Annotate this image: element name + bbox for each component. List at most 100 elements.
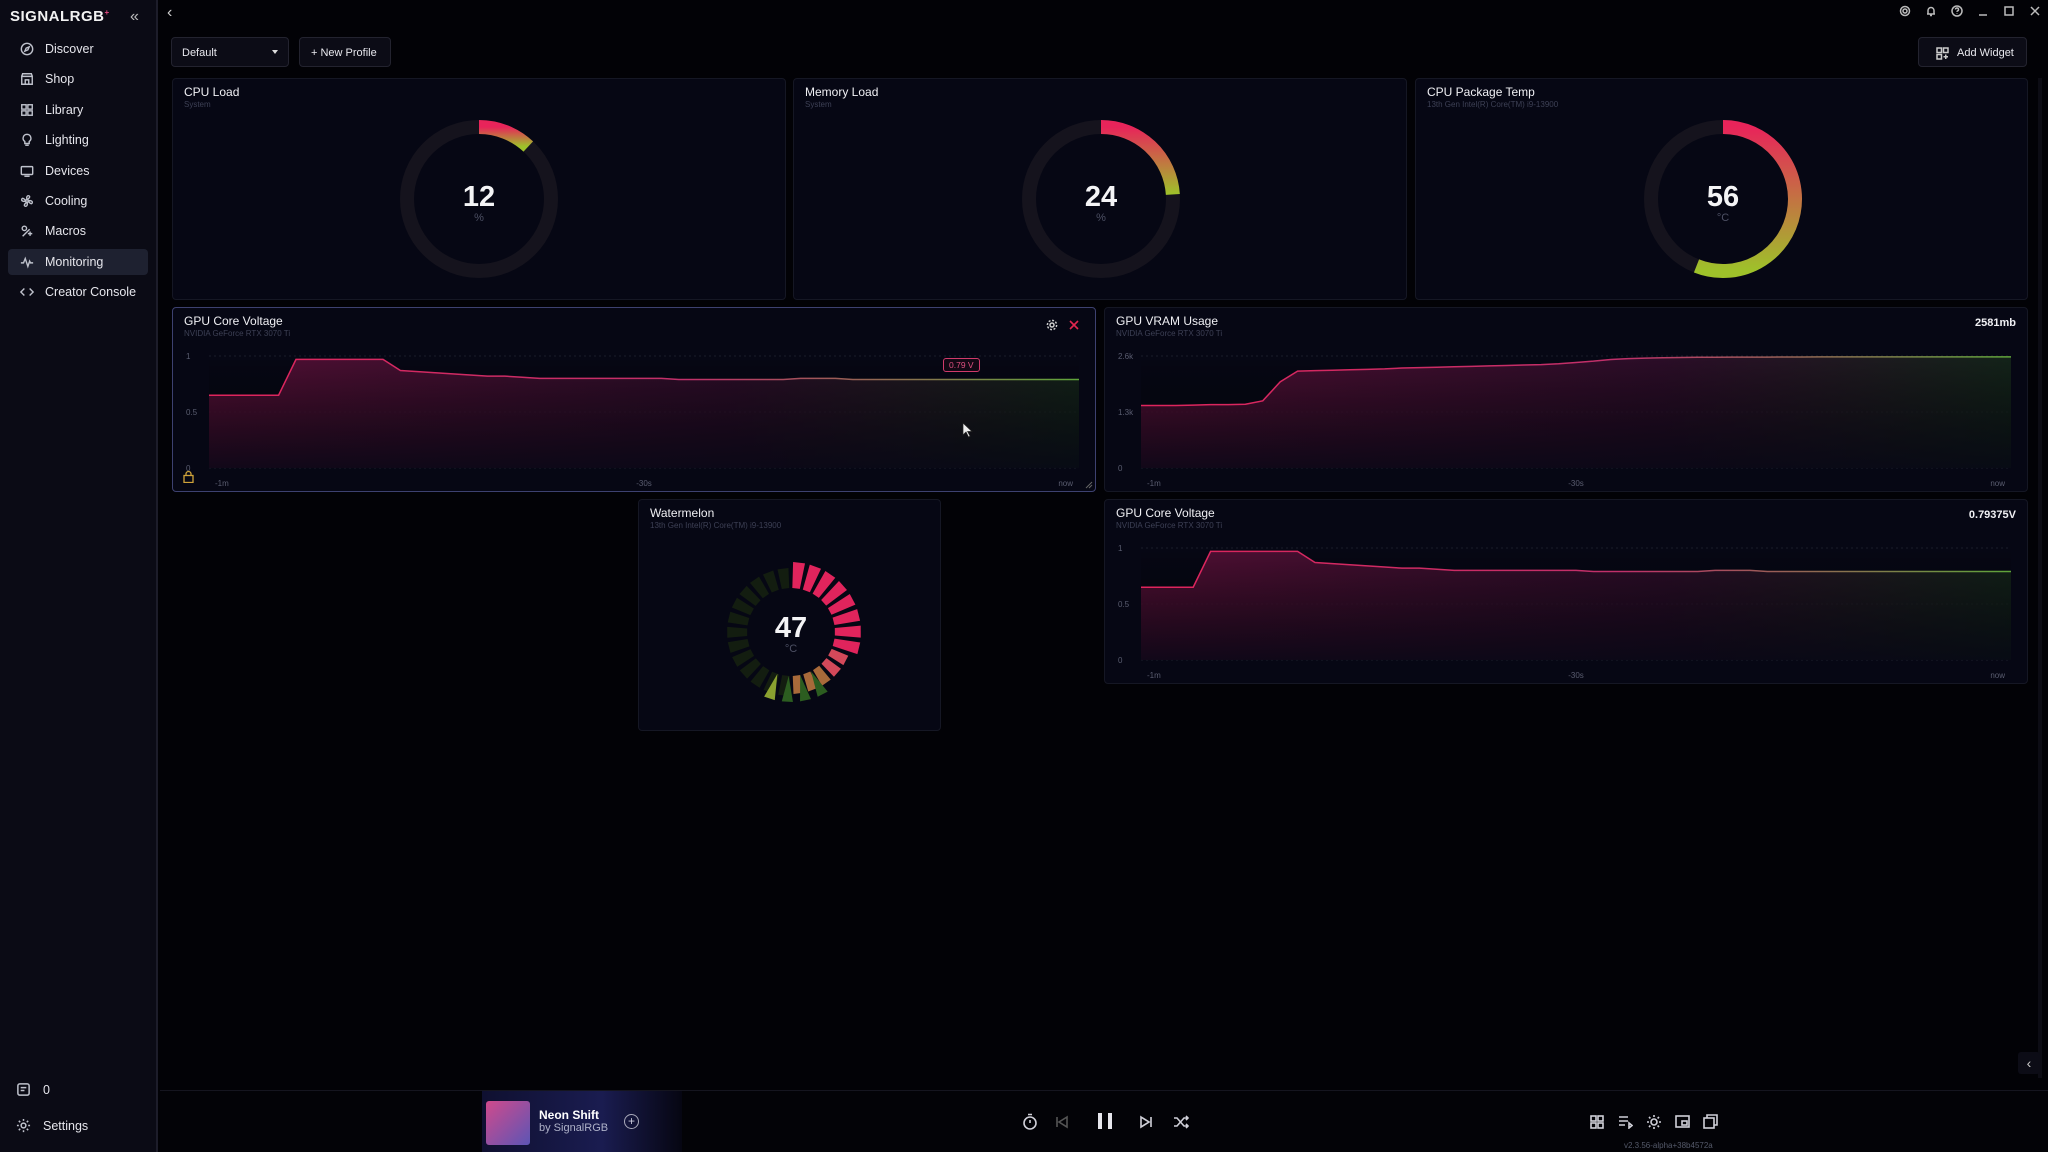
memory-load-widget[interactable]: Memory Load System 24 % (793, 78, 1407, 300)
track-author: by SignalRGB (539, 1122, 609, 1134)
y-tick-label: 0 (1118, 464, 1123, 473)
gauge-segment (777, 568, 790, 589)
gear-icon[interactable] (1898, 3, 1912, 19)
area-fade (1141, 548, 2011, 660)
y-tick-label: 0 (1118, 656, 1123, 665)
gpu-voltage-chart-2: 1 0.5 0 -1m -30s now (1118, 544, 2011, 680)
gauge-value: 24 (1084, 181, 1118, 213)
close-icon[interactable] (2028, 3, 2042, 19)
code-icon (20, 285, 34, 299)
widget-title: Watermelon (650, 506, 715, 520)
x-tick-label: -30s (1568, 479, 1584, 488)
y-tick-label: 1.3k (1118, 408, 1134, 417)
gauge-segment (727, 639, 750, 653)
gauge-segment (834, 625, 861, 638)
gauge-segment (792, 562, 806, 589)
widget-title: CPU Package Temp (1427, 85, 1535, 99)
windows-icon[interactable] (1703, 1114, 1718, 1129)
next-icon[interactable] (1139, 1115, 1153, 1129)
sidebar-item-devices[interactable]: Devices (8, 158, 148, 184)
x-tick-label: -30s (1568, 671, 1584, 680)
previous-icon[interactable] (1055, 1115, 1069, 1129)
sidebar-item-creator-console[interactable]: Creator Console (8, 279, 148, 305)
widget-title: CPU Load (184, 85, 240, 99)
x-tick-label: -1m (1147, 671, 1161, 680)
pulse-icon (20, 255, 34, 269)
pause-icon[interactable] (1095, 1111, 1115, 1131)
app-window: SIGNALRGB+ « Discover Shop Library Light… (0, 0, 2048, 1152)
x-tick-label: -30s (636, 479, 652, 488)
version-label: v2.3.56-alpha+38b4572a (1624, 1141, 1713, 1150)
gpu-vram-usage-widget[interactable]: GPU VRAM Usage NVIDIA GeForce RTX 3070 T… (1104, 307, 2028, 492)
sidebar-item-label: Macros (45, 224, 86, 239)
queue-icon[interactable] (1618, 1115, 1633, 1129)
gpu-core-voltage-widget-2[interactable]: GPU Core Voltage NVIDIA GeForce RTX 3070… (1104, 499, 2028, 684)
sidebar-item-discover[interactable]: Discover (8, 36, 148, 62)
cpu-package-temp-widget[interactable]: CPU Package Temp 13th Gen Intel(R) Core(… (1415, 78, 2028, 300)
gauge-segment (727, 611, 750, 626)
sidebar-item-monitoring[interactable]: Monitoring (8, 248, 148, 275)
sidebar-item-label: Monitoring (45, 254, 104, 269)
maximize-icon[interactable] (2002, 3, 2016, 19)
picture-in-picture-icon[interactable] (1675, 1115, 1690, 1128)
sidebar-item-shop[interactable]: Shop (8, 66, 148, 92)
profile-name: Default (182, 47, 217, 59)
sidebar-item-label: Cooling (45, 193, 88, 208)
add-widget-label: Add Widget (1957, 47, 2014, 59)
timer-icon[interactable] (1022, 1113, 1038, 1130)
widget-title: Memory Load (805, 85, 879, 99)
widget-subtitle: 13th Gen Intel(R) Core(TM) i9-13900 (1427, 100, 1559, 109)
gauge-unit: % (1096, 212, 1106, 224)
cpu-load-widget[interactable]: CPU Load System 12 % (172, 78, 786, 300)
scrollbar[interactable] (2038, 78, 2042, 1078)
notifications-counter[interactable]: 0 (16, 1082, 50, 1097)
minimize-icon[interactable] (1976, 3, 1990, 19)
y-tick-label: 1 (186, 352, 191, 361)
area-fade (209, 356, 1079, 468)
macros-icon (20, 224, 34, 238)
y-tick-label: 0.5 (186, 408, 198, 417)
gpu-core-voltage-widget[interactable]: GPU Core Voltage NVIDIA GeForce RTX 3070… (172, 307, 1096, 492)
shuffle-icon[interactable] (1173, 1115, 1189, 1129)
help-icon[interactable] (1950, 3, 1964, 19)
collapse-sidebar-icon[interactable]: « (130, 8, 139, 26)
brightness-icon[interactable] (1646, 1114, 1662, 1130)
back-arrow-icon[interactable]: ‹ (167, 4, 172, 22)
lock-icon[interactable] (183, 470, 194, 483)
widget-subtitle: 13th Gen Intel(R) Core(TM) i9-13900 (650, 521, 782, 530)
sidebar-nav: Discover Shop Library Lighting Devices C… (8, 36, 148, 310)
bell-icon[interactable] (1924, 3, 1938, 19)
watermelon-widget[interactable]: Watermelon 13th Gen Intel(R) Core(TM) i9… (638, 499, 941, 731)
add-widget-button[interactable]: Add Widget (1918, 37, 2027, 67)
x-tick-label: now (1990, 479, 2005, 488)
library-icon (20, 103, 34, 117)
notes-icon (17, 1083, 30, 1096)
grid-icon[interactable] (1590, 1115, 1604, 1129)
new-profile-button[interactable]: + New Profile (299, 37, 391, 67)
profile-dropdown[interactable]: Default (171, 37, 289, 67)
widget-subtitle: System (184, 100, 211, 109)
gauge-value: 12 (462, 181, 496, 213)
add-to-library-icon[interactable]: + (624, 1114, 639, 1129)
x-tick-label: -1m (1147, 479, 1161, 488)
add-widget-icon (1936, 47, 1949, 60)
gauge-segment (727, 626, 748, 638)
resize-handle-icon[interactable] (1085, 481, 1093, 489)
gear-icon (16, 1118, 31, 1133)
gpu-vram-chart: 2.6k 1.3k 0 -1m -30s now (1118, 352, 2011, 488)
app-logo: SIGNALRGB+ (10, 8, 110, 25)
sidebar-item-cooling[interactable]: Cooling (8, 188, 148, 214)
sidebar-item-library[interactable]: Library (8, 97, 148, 123)
sidebar-item-lighting[interactable]: Lighting (8, 127, 148, 153)
expand-panel-icon[interactable]: ‹ (2018, 1052, 2040, 1074)
track-art[interactable] (486, 1101, 530, 1145)
sidebar-item-label: Library (45, 102, 84, 117)
widget-subtitle: System (805, 100, 832, 109)
y-tick-label: 0.5 (1118, 600, 1130, 609)
sidebar-item-label: Lighting (45, 133, 89, 148)
sidebar-item-macros[interactable]: Macros (8, 218, 148, 244)
gauge-arc (478, 120, 534, 152)
gauge-value: 47 (774, 612, 808, 644)
settings-button[interactable]: Settings (16, 1118, 88, 1133)
window-controls (1898, 3, 2042, 19)
